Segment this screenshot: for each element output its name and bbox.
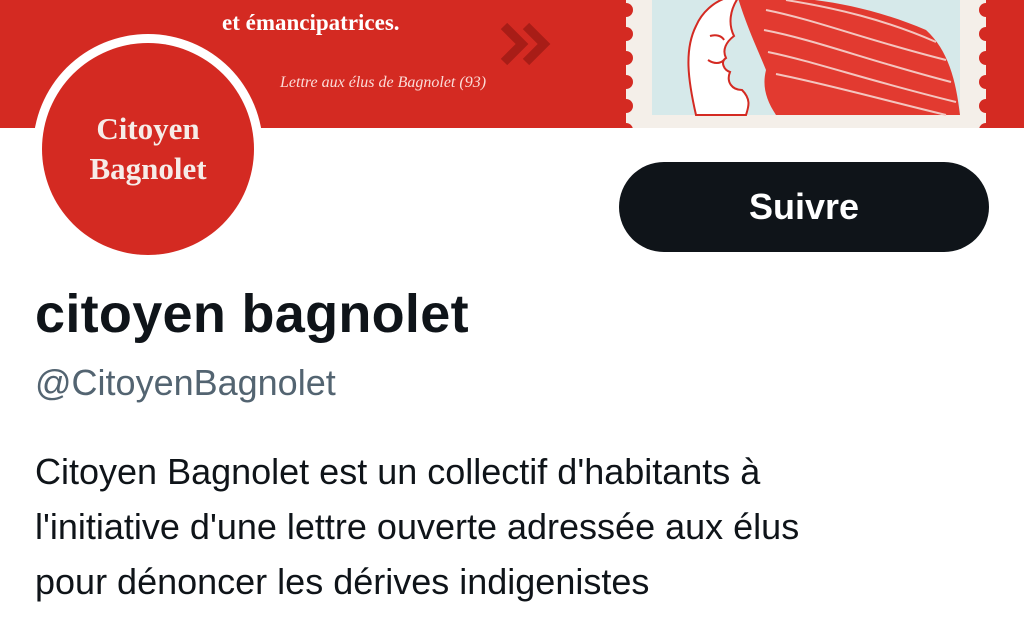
bio-line: l'initiative d'une lettre ouverte adress… <box>35 506 800 547</box>
avatar[interactable]: Citoyen Bagnolet <box>42 43 254 255</box>
display-name: citoyen bagnolet <box>35 284 469 344</box>
follow-button[interactable]: Suivre <box>619 162 989 252</box>
banner-text-line2: et émancipatrices. <box>222 10 400 35</box>
avatar-text-line1: Citoyen <box>96 111 200 146</box>
double-chevron-right-icon <box>500 22 551 66</box>
profile-bio: Citoyen Bagnolet est un collectif d'habi… <box>35 444 995 609</box>
avatar-text-line2: Bagnolet <box>89 151 207 186</box>
bio-line: pour dénoncer les dérives indigenistes <box>35 561 650 602</box>
marianne-stamp-icon <box>626 0 986 128</box>
bio-line: Citoyen Bagnolet est un collectif d'habi… <box>35 451 761 492</box>
banner-subtitle: Lettre aux élus de Bagnolet (93) <box>280 74 487 91</box>
user-handle: @CitoyenBagnolet <box>35 362 336 403</box>
